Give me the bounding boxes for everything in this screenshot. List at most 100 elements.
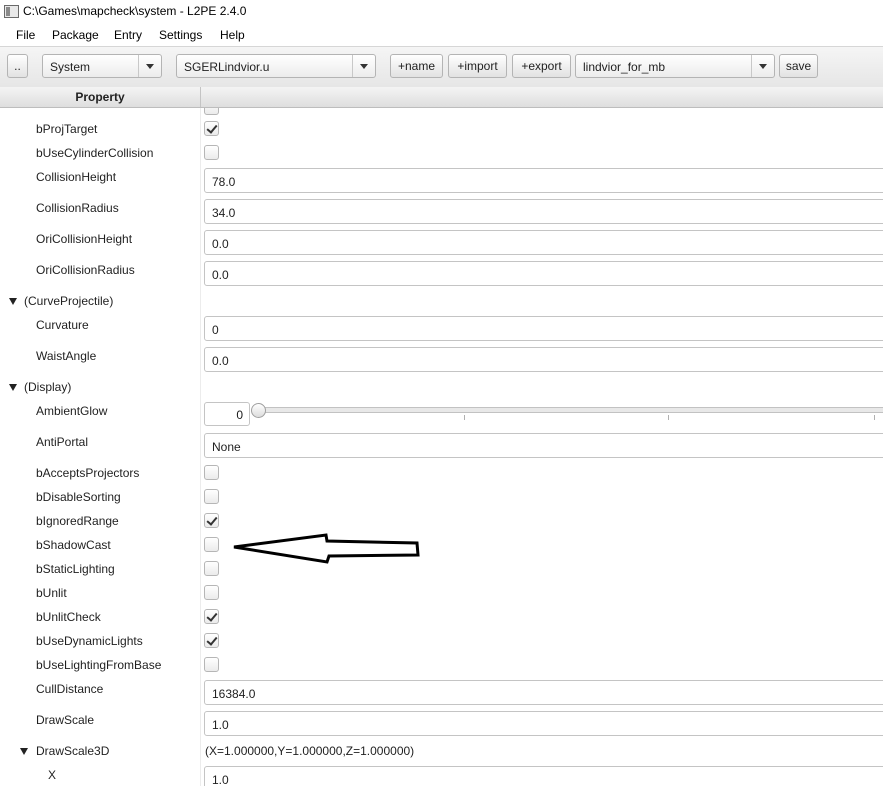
- prop-label-busecylindercollision: bUseCylinderCollision: [36, 146, 154, 160]
- checkbox-buselightingfrombase[interactable]: [204, 657, 219, 672]
- checkbox-bstaticlighting[interactable]: [204, 561, 219, 576]
- slider-tick: [464, 415, 465, 420]
- column-divider[interactable]: [200, 87, 201, 107]
- prop-label-oricollisionheight: OriCollisionHeight: [36, 232, 133, 246]
- checkbox-bacceptsprojectors[interactable]: [204, 465, 219, 480]
- chevron-down-icon[interactable]: [751, 55, 774, 77]
- add-name-button[interactable]: +name: [390, 54, 443, 78]
- prop-label-curvature: Curvature: [36, 318, 89, 332]
- category-curveprojectile[interactable]: (CurveProjectile): [24, 294, 113, 308]
- field-curvature[interactable]: 0: [204, 316, 883, 341]
- drawscale3d-summary: (X=1.000000,Y=1.000000,Z=1.000000): [205, 744, 415, 758]
- file-combo-value: SGERLindvior.u: [184, 60, 270, 74]
- checkbox-busedynamiclights[interactable]: [204, 633, 219, 648]
- prop-label-buselightingfrombase: bUseLightingFromBase: [36, 658, 162, 672]
- field-value: 16384.0: [212, 687, 256, 701]
- property-column-header[interactable]: Property: [0, 90, 200, 104]
- ambientglow-value-field[interactable]: 0: [204, 402, 250, 426]
- expand-triangle-icon[interactable]: [9, 384, 17, 391]
- toolbar: .. System SGERLindvior.u +name +import +…: [0, 46, 883, 88]
- checkbox-bunlit[interactable]: [204, 585, 219, 600]
- checkmark-icon: [206, 514, 218, 526]
- browse-button[interactable]: ..: [7, 54, 28, 78]
- field-value: 34.0: [212, 206, 236, 220]
- menu-entry[interactable]: Entry: [114, 28, 142, 42]
- field-value: None: [212, 440, 241, 454]
- prop-label-bstaticlighting: bStaticLighting: [36, 562, 115, 576]
- checkbox-partial[interactable]: [204, 108, 219, 115]
- prop-label-bshadowcast: bShadowCast: [36, 538, 111, 552]
- field-oricollisionradius[interactable]: 0.0: [204, 261, 883, 286]
- prop-label-bacceptsprojectors: bAcceptsProjectors: [36, 466, 140, 480]
- prop-label-ambientglow: AmbientGlow: [36, 404, 108, 418]
- prop-label-bunlit: bUnlit: [36, 586, 67, 600]
- chevron-down-icon[interactable]: [352, 55, 375, 77]
- field-value: 0: [236, 408, 243, 422]
- chevron-down-icon[interactable]: [138, 55, 161, 77]
- entry-combo[interactable]: lindvior_for_mb: [575, 54, 775, 78]
- app-icon: [4, 5, 19, 18]
- prop-label-antiportal: AntiPortal: [36, 435, 89, 449]
- package-combo-value: System: [50, 60, 91, 74]
- expand-triangle-icon[interactable]: [9, 298, 17, 305]
- entry-combo-value: lindvior_for_mb: [583, 60, 666, 74]
- checkbox-bshadowcast[interactable]: [204, 537, 219, 552]
- field-collisionradius[interactable]: 34.0: [204, 199, 883, 224]
- prop-label-bdisablesorting: bDisableSorting: [36, 490, 121, 504]
- menu-file[interactable]: File: [16, 28, 35, 42]
- field-value: 0.0: [212, 354, 229, 368]
- prop-label-busedynamiclights: bUseDynamicLights: [36, 634, 143, 648]
- field-value: 1.0: [212, 718, 229, 732]
- prop-label-collisionradius: CollisionRadius: [36, 201, 119, 215]
- checkmark-icon: [206, 610, 218, 622]
- menu-package[interactable]: Package: [52, 28, 99, 42]
- prop-label-waistangle: WaistAngle: [36, 349, 97, 363]
- checkbox-bprojtarget[interactable]: [204, 121, 219, 136]
- field-collisionheight[interactable]: 78.0: [204, 168, 883, 193]
- field-value: 0.0: [212, 268, 229, 282]
- field-culldistance[interactable]: 16384.0: [204, 680, 883, 705]
- prop-label-collisionheight: CollisionHeight: [36, 170, 117, 184]
- field-waistangle[interactable]: 0.0: [204, 347, 883, 372]
- ambientglow-slider-track[interactable]: [258, 407, 883, 413]
- prop-label-oricollisionradius: OriCollisionRadius: [36, 263, 135, 277]
- menu-help[interactable]: Help: [220, 28, 245, 42]
- package-combo[interactable]: System: [42, 54, 162, 78]
- field-drawscale[interactable]: 1.0: [204, 711, 883, 736]
- window-title: C:\Games\mapcheck\system - L2PE 2.4.0: [23, 4, 247, 18]
- field-antiportal[interactable]: None: [204, 433, 883, 458]
- title-bar: C:\Games\mapcheck\system - L2PE 2.4.0: [0, 0, 883, 24]
- save-button[interactable]: save: [779, 54, 818, 78]
- prop-label-bprojtarget: bProjTarget: [36, 122, 98, 136]
- value-column-line: [200, 108, 201, 786]
- field-value: 1.0: [212, 773, 229, 786]
- property-table-header: Property: [0, 87, 883, 108]
- prop-label-x: X: [48, 768, 57, 782]
- checkmark-icon: [206, 634, 218, 646]
- field-value: 78.0: [212, 175, 236, 189]
- slider-tick: [874, 415, 875, 420]
- prop-label-bunlitcheck: bUnlitCheck: [36, 610, 101, 624]
- file-combo[interactable]: SGERLindvior.u: [176, 54, 376, 78]
- checkbox-bunlitcheck[interactable]: [204, 609, 219, 624]
- property-grid[interactable]: bProjTarget bUseCylinderCollision Collis…: [0, 108, 883, 786]
- menu-settings[interactable]: Settings: [159, 28, 202, 42]
- ambientglow-slider-thumb[interactable]: [251, 403, 266, 418]
- field-value: 0.0: [212, 237, 229, 251]
- checkbox-busecylindercollision[interactable]: [204, 145, 219, 160]
- slider-tick: [668, 415, 669, 420]
- checkbox-bdisablesorting[interactable]: [204, 489, 219, 504]
- checkbox-bignoredrange[interactable]: [204, 513, 219, 528]
- expand-triangle-icon[interactable]: [20, 748, 28, 755]
- prop-label-drawscale: DrawScale: [36, 713, 95, 727]
- category-display[interactable]: (Display): [24, 380, 71, 394]
- prop-label-culldistance: CullDistance: [36, 682, 104, 696]
- add-export-button[interactable]: +export: [512, 54, 571, 78]
- add-import-button[interactable]: +import: [448, 54, 507, 78]
- field-oricollisionheight[interactable]: 0.0: [204, 230, 883, 255]
- field-x[interactable]: 1.0: [204, 766, 883, 786]
- prop-label-drawscale3d[interactable]: DrawScale3D: [36, 744, 109, 758]
- checkmark-icon: [206, 122, 218, 134]
- menu-bar: File Package Entry Settings Help: [0, 24, 883, 46]
- prop-label-bignoredrange: bIgnoredRange: [36, 514, 119, 528]
